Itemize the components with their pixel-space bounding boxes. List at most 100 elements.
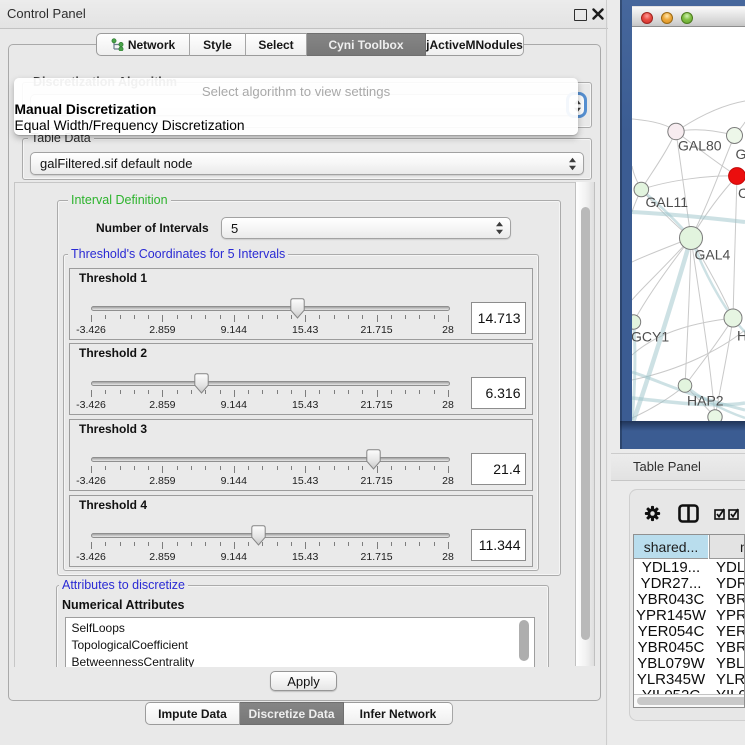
dropdown-option[interactable]: Equal Width/Frequency Discretization (15, 118, 245, 133)
network-node[interactable] (727, 128, 743, 144)
tab-discretize-data[interactable]: Discretize Data (240, 702, 344, 725)
number-of-intervals-value: 5 (231, 218, 488, 238)
slider-tick-label: 9.144 (221, 399, 247, 411)
table-cell-name[interactable]: YBL079W (716, 656, 745, 672)
table-cell-name[interactable]: YLR345W (716, 672, 745, 688)
network-node[interactable] (724, 309, 742, 327)
table-cell-name[interactable]: YBR043C (716, 592, 745, 608)
table-cell-shared-name[interactable]: YER054C (634, 624, 708, 640)
slider-tick (148, 390, 149, 394)
tab-impute-data[interactable]: Impute Data (145, 702, 240, 725)
checkbox-checked-icon[interactable] (714, 508, 726, 520)
slider-tick (91, 542, 92, 549)
table-data-combobox[interactable]: galFiltered.sif default node (30, 152, 584, 175)
threshold-value-field[interactable]: 14.713 (471, 302, 526, 334)
float-window-icon[interactable] (574, 9, 587, 21)
dropdown-option[interactable]: Manual Discretization (15, 102, 157, 117)
slider-thumb[interactable] (194, 373, 209, 394)
slider-tick-label: 15.43 (292, 475, 318, 487)
slider-tick-label: 9.144 (221, 551, 247, 563)
tab-cyni-toolbox[interactable]: Cyni Toolbox (307, 33, 426, 56)
apply-button[interactable]: Apply (270, 671, 337, 691)
table-cell-name[interactable]: YER054C (716, 624, 745, 640)
tab-network[interactable]: Network (96, 33, 190, 56)
close-traffic-light-icon[interactable] (641, 12, 653, 24)
threshold-value-field[interactable]: 6.316 (471, 377, 526, 409)
table-cell-shared-name[interactable]: YBR043C (634, 592, 708, 608)
attribute-list-item[interactable]: TopologicalCoefficient (66, 637, 534, 654)
settings-vertical-scrollbar[interactable] (575, 182, 595, 666)
slider-tick (448, 315, 449, 322)
slider-tick-label: 2.859 (149, 475, 175, 487)
table-cell-shared-name[interactable]: YBL079W (634, 656, 708, 672)
table-cell-name[interactable]: YDR27... (716, 576, 745, 592)
network-node[interactable] (708, 410, 722, 421)
slider-tick-label: 9.144 (221, 475, 247, 487)
gear-icon[interactable] (644, 505, 661, 522)
slider-tick (277, 390, 278, 394)
table-horizontal-scrollbar[interactable] (634, 694, 744, 707)
checkbox-checked-icon[interactable] (728, 508, 740, 520)
slider-thumb[interactable] (366, 449, 381, 470)
slider-tick (234, 466, 235, 473)
table-column-header[interactable]: name (709, 535, 745, 559)
minimize-traffic-light-icon[interactable] (661, 12, 673, 24)
slider-tick (434, 542, 435, 546)
tab-style[interactable]: Style (190, 33, 246, 56)
numerical-attributes-list[interactable]: SelfLoopsTopologicalCoefficientBetweenne… (65, 617, 535, 667)
tab-select[interactable]: Select (246, 33, 307, 56)
table-cell-shared-name[interactable]: YPR145W (634, 608, 708, 624)
slider-tick (405, 466, 406, 470)
table-cell-shared-name[interactable]: YDR27... (634, 576, 708, 592)
network-node[interactable] (729, 168, 745, 185)
tab-infer-network[interactable]: Infer Network (344, 702, 453, 725)
network-edge (685, 318, 733, 386)
table-cell-shared-name[interactable]: YLR345W (634, 672, 708, 688)
slider-track[interactable] (91, 457, 450, 462)
slider-track[interactable] (91, 381, 450, 386)
tab-label: Impute Data (158, 707, 227, 721)
slider-thumb[interactable] (290, 298, 305, 319)
close-icon[interactable] (592, 8, 604, 20)
network-node[interactable] (632, 315, 641, 329)
table-cell-name[interactable]: YPR145W (716, 608, 745, 624)
table-cell-name[interactable]: YBR045C (716, 640, 745, 656)
threshold-value-field[interactable]: 21.4 (471, 453, 526, 485)
network-edge (641, 176, 737, 190)
attribute-list-item[interactable]: BetweennessCentrality (66, 654, 534, 667)
settings-scrollbar-thumb[interactable] (581, 207, 590, 640)
attribute-list-item[interactable]: SelfLoops (66, 620, 534, 637)
frame-left-shadow (620, 0, 622, 449)
table-hscrollbar-thumb[interactable] (637, 697, 745, 705)
split-columns-icon[interactable] (678, 504, 699, 523)
slider-tick (134, 466, 135, 470)
table-cell-shared-name[interactable]: YDL19... (634, 560, 708, 576)
slider-track[interactable] (91, 533, 450, 538)
network-view-canvas[interactable]: GAL80GACGAL11GAL4GCY1HHAP2 (632, 27, 745, 421)
slider-track[interactable] (91, 306, 450, 311)
slider-tick (419, 315, 420, 319)
slider-tick (334, 390, 335, 394)
tab-label: Cyni Toolbox (328, 38, 403, 52)
number-of-intervals-combobox[interactable]: 5 (221, 217, 511, 239)
list-scrollbar-thumb[interactable] (519, 620, 529, 661)
slider-tick (162, 466, 163, 473)
network-node-label: GCY1 (632, 329, 669, 345)
tab-jactivemnodules[interactable]: jActiveMNodules (426, 33, 524, 56)
table-cell-name[interactable]: YDL19... (716, 560, 745, 576)
slider-tick (205, 315, 206, 319)
table-column-header[interactable]: shared... (634, 535, 708, 559)
slider-tick-label: 28 (442, 324, 454, 336)
zoom-traffic-light-icon[interactable] (681, 12, 693, 24)
threshold-value-field[interactable]: 11.344 (471, 529, 526, 561)
slider-tick-label: -3.426 (76, 399, 106, 411)
control-panel-title: Control Panel (7, 0, 86, 28)
slider-thumb[interactable] (251, 525, 266, 546)
table-cell-shared-name[interactable]: YBR045C (634, 640, 708, 656)
slider-tick-label: 21.715 (361, 551, 393, 563)
slider-tick (220, 542, 221, 546)
slider-tick (191, 390, 192, 394)
attributes-group-title: Attributes to discretize (59, 579, 188, 592)
network-node[interactable] (678, 379, 692, 393)
network-node-label: HAP2 (687, 393, 724, 409)
